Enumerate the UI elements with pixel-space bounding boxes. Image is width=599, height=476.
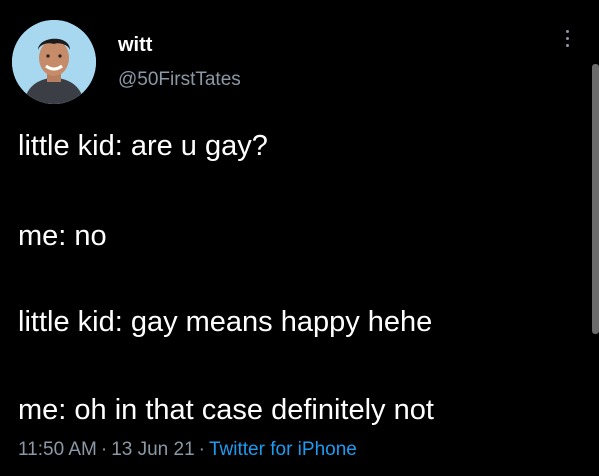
- tweet-text-line: little kid: are u gay?: [18, 130, 268, 162]
- more-vertical-icon[interactable]: [560, 30, 574, 56]
- author-display-name[interactable]: witt: [118, 33, 152, 57]
- separator: ·: [198, 439, 205, 460]
- tweet-text-line: me: oh in that case definitely not: [18, 394, 434, 426]
- scrollbar[interactable]: [592, 64, 599, 334]
- tweet-source-link[interactable]: Twitter for iPhone: [209, 439, 357, 460]
- tweet-metadata: 11:50 AM · 13 Jun 21 · Twitter for iPhone: [18, 437, 357, 463]
- tweet-text-line: little kid: gay means happy hehe: [18, 306, 433, 338]
- tweet-text-line: me: no: [18, 220, 107, 252]
- avatar[interactable]: [12, 20, 96, 104]
- separator: ·: [100, 439, 108, 460]
- avatar-image: [12, 20, 96, 104]
- author-handle[interactable]: @50FirstTates: [118, 68, 241, 92]
- tweet-card: witt @50FirstTates little kid: are u gay…: [0, 0, 599, 476]
- tweet-time[interactable]: 11:50 AM: [18, 439, 97, 460]
- tweet-date[interactable]: 13 Jun 21: [111, 439, 194, 460]
